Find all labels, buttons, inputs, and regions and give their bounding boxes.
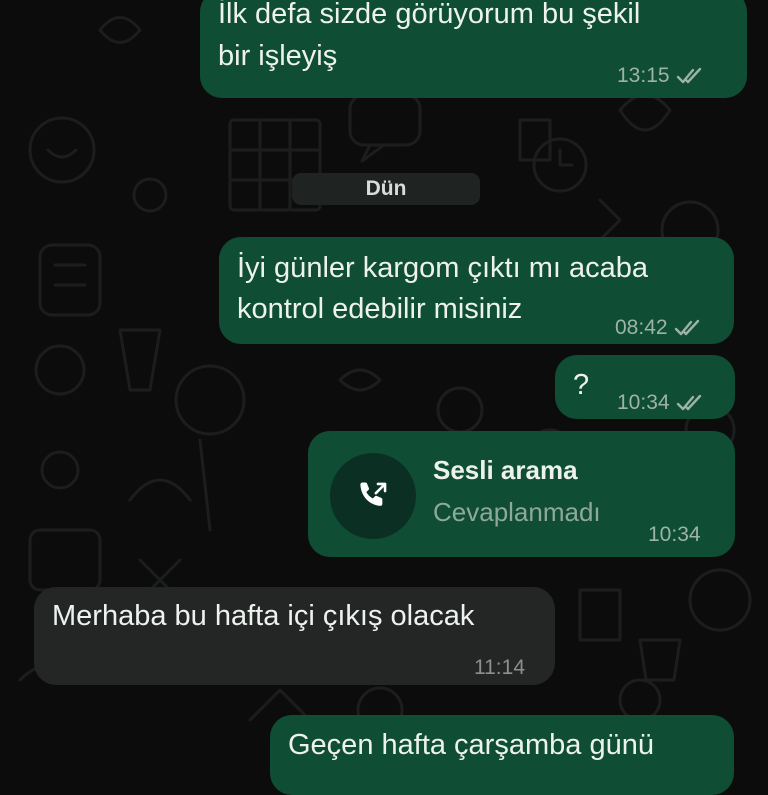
message-text: Geçen hafta çarşamba günü bbox=[288, 729, 654, 761]
message-meta: 11:14 bbox=[474, 648, 525, 688]
call-status: Cevaplanmadı bbox=[433, 497, 601, 527]
message-meta: 10:34 bbox=[648, 515, 701, 555]
incoming-message[interactable]: Merhaba bu hafta içi çıkış olacak 11:14 bbox=[34, 587, 555, 685]
message-meta: 10:34 bbox=[617, 383, 704, 423]
message-time: 10:34 bbox=[617, 391, 670, 414]
missed-call-message[interactable]: Sesli arama Cevaplanmadı 10:34 bbox=[308, 431, 735, 557]
message-text: kontrol edebilir misiniz bbox=[237, 293, 523, 325]
message-time: 11:14 bbox=[474, 656, 525, 679]
message-time: 13:15 bbox=[617, 64, 670, 87]
call-icon-circle bbox=[330, 453, 416, 539]
outgoing-message[interactable]: İlk defa sizde görüyorum bu şekil bir iş… bbox=[200, 0, 747, 98]
message-text: Merhaba bu hafta içi çıkış olacak bbox=[52, 600, 475, 632]
outgoing-message[interactable]: ? 10:34 bbox=[555, 355, 735, 419]
outgoing-message[interactable]: Geçen hafta çarşamba günü bbox=[270, 715, 734, 795]
double-check-icon bbox=[676, 67, 701, 84]
date-separator: Dün bbox=[292, 173, 480, 205]
double-check-icon bbox=[676, 394, 701, 411]
double-check-icon bbox=[674, 319, 699, 336]
call-title: Sesli arama bbox=[433, 455, 578, 485]
message-meta: 08:42 bbox=[615, 308, 702, 348]
phone-outgoing-icon bbox=[360, 482, 387, 506]
message-text: İyi günler kargom çıktı mı acaba bbox=[237, 252, 648, 284]
message-time: 10:34 bbox=[648, 523, 701, 546]
message-meta: 13:15 bbox=[617, 56, 704, 96]
message-time: 08:42 bbox=[615, 316, 668, 339]
message-text: İlk defa sizde görüyorum bu şekil bbox=[218, 0, 641, 30]
message-text: bir işleyiş bbox=[218, 40, 338, 72]
outgoing-message[interactable]: İyi günler kargom çıktı mı acaba kontrol… bbox=[219, 237, 734, 344]
message-text: ? bbox=[573, 369, 590, 401]
